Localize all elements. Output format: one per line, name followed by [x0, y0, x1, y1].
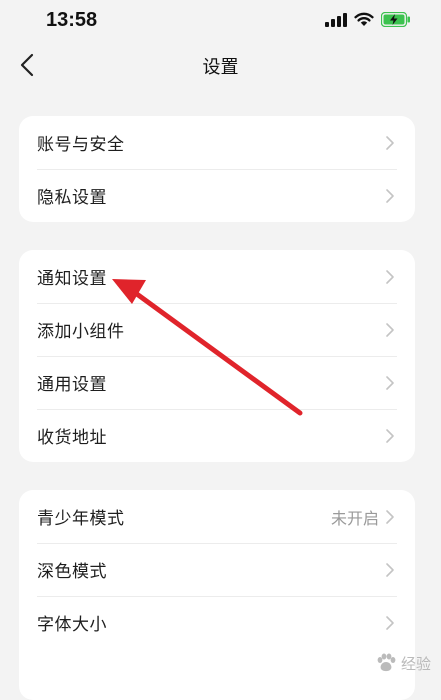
settings-item-teen-mode[interactable]: 青少年模式 未开启	[19, 490, 415, 543]
status-bar: 13:58	[0, 0, 441, 40]
paw-logo-icon	[377, 653, 396, 672]
status-time: 13:58	[46, 9, 98, 31]
settings-item-dark-mode[interactable]: 深色模式	[19, 543, 415, 596]
page-title: 设置	[202, 57, 239, 78]
chevron-right-icon	[386, 616, 394, 630]
settings-item-label: 收货地址	[37, 428, 107, 448]
chevron-right-icon	[386, 270, 394, 284]
signal-icon	[325, 12, 347, 31]
settings-item-shipping-address[interactable]: 收货地址	[19, 409, 415, 462]
battery-charging-icon	[380, 11, 411, 31]
chevron-right-icon	[386, 189, 394, 203]
settings-item-label: 通知设置	[37, 269, 107, 289]
settings-group-account: 账号与安全 隐私设置	[19, 116, 415, 222]
settings-group-general: 通知设置 添加小组件 通用设置 收货地址	[19, 250, 415, 462]
settings-group-display: 青少年模式 未开启 深色模式 字体大小	[19, 490, 415, 700]
settings-item-label: 添加小组件	[37, 322, 125, 342]
settings-item-label: 青少年模式	[37, 509, 125, 529]
chevron-right-icon	[386, 136, 394, 150]
settings-item-privacy[interactable]: 隐私设置	[19, 169, 415, 222]
chevron-right-icon	[386, 510, 394, 524]
chevron-right-icon	[386, 323, 394, 337]
settings-item-label: 深色模式	[37, 562, 107, 582]
settings-item-account-security[interactable]: 账号与安全	[19, 116, 415, 169]
settings-item-font-size[interactable]: 字体大小	[19, 596, 415, 649]
settings-item-label: 隐私设置	[37, 188, 107, 208]
wifi-icon	[354, 12, 374, 31]
chevron-right-icon	[386, 563, 394, 577]
settings-item-label: 通用设置	[37, 375, 107, 395]
status-icons	[325, 11, 411, 31]
settings-item-notifications[interactable]: 通知设置	[19, 250, 415, 303]
settings-item-general[interactable]: 通用设置	[19, 356, 415, 409]
watermark: 经验	[375, 652, 431, 674]
teen-mode-status: 未开启	[330, 508, 379, 528]
watermark-text: 经验	[400, 654, 431, 673]
settings-item-label: 字体大小	[37, 615, 107, 635]
chevron-right-icon	[386, 376, 394, 390]
settings-item-label: 账号与安全	[37, 135, 125, 155]
settings-item-add-widget[interactable]: 添加小组件	[19, 303, 415, 356]
nav-bar: 设置	[0, 40, 441, 90]
chevron-right-icon	[386, 429, 394, 443]
